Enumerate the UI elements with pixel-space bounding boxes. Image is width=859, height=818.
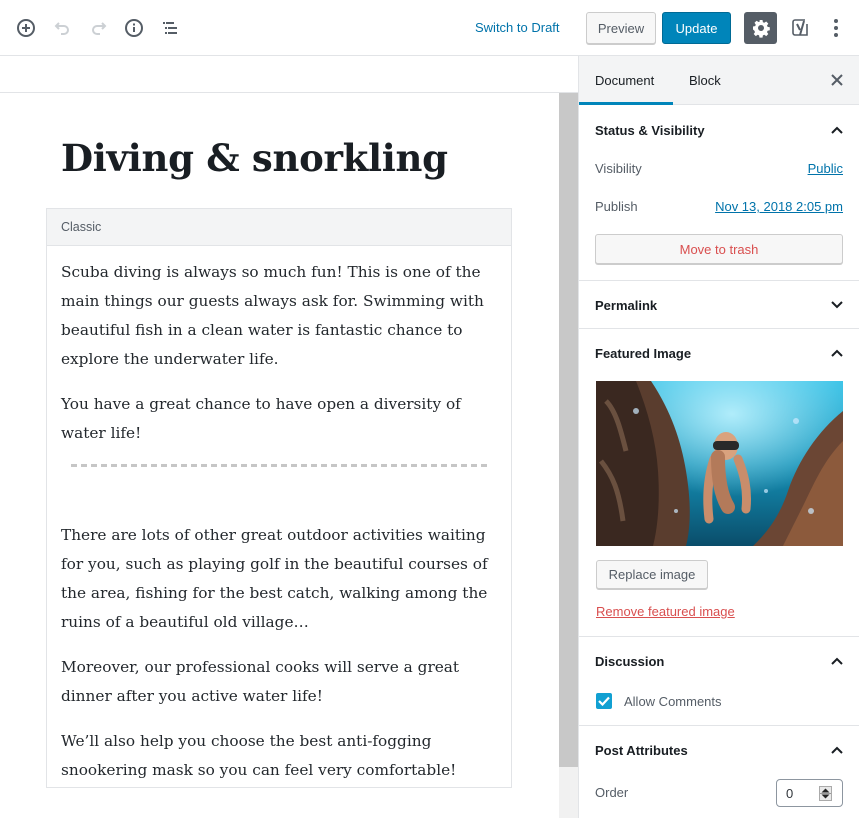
order-label: Order [595,785,629,800]
yoast-seo-button[interactable] [787,14,815,42]
sidebar-tabs: Document Block [579,56,859,105]
panel-title-status-visibility[interactable]: Status & Visibility [595,123,705,138]
collapse-post-attributes[interactable] [829,742,845,758]
post-title[interactable]: Diving & snorkling [61,136,448,180]
publish-date-toggle[interactable]: Nov 13, 2018 2:05 pm [715,199,843,214]
info-icon [125,19,143,37]
add-block-button[interactable] [12,14,40,42]
preview-button[interactable]: Preview [586,12,656,44]
order-input[interactable]: 0 [776,779,843,807]
close-sidebar-button[interactable] [829,72,845,88]
featured-image-photo [596,381,843,546]
editor-scrollbar-thumb[interactable] [559,93,578,767]
replace-image-button[interactable]: Replace image [596,560,708,589]
redo-button[interactable] [84,14,112,42]
panel-permalink: Permalink [579,281,859,329]
editor-header-toolbar: Switch to Draft Preview Update [0,0,859,56]
chevron-up-icon [831,126,843,134]
paragraph: There are lots of other great outdoor ac… [61,526,488,631]
tab-document[interactable]: Document [579,56,673,105]
paragraph: We’ll also help you choose the best anti… [61,732,457,779]
settings-sidebar: Document Block Status & Visibility Visib… [579,56,859,818]
order-value: 0 [786,786,794,801]
update-button[interactable]: Update [662,12,731,44]
featured-image[interactable] [596,381,843,546]
content-info-button[interactable] [120,14,148,42]
stepper-arrows-icon [820,788,831,799]
visibility-label: Visibility [595,161,642,176]
panel-title-permalink[interactable]: Permalink [595,298,657,313]
undo-icon [54,22,69,35]
redo-icon [92,22,107,35]
classic-block-content[interactable]: Scuba diving is always so much fun! This… [47,246,511,785]
panel-status-visibility: Status & Visibility Visibility Public Pu… [579,105,859,281]
gear-icon [752,20,770,38]
panel-post-attributes: Post Attributes Order 0 [579,726,859,818]
move-to-trash-button[interactable]: Move to trash [595,234,843,264]
chevron-up-icon [831,746,843,754]
block-navigation-button[interactable] [156,14,184,42]
publish-label: Publish [595,199,638,214]
settings-button[interactable] [744,12,777,44]
add-block-icon [17,19,35,37]
collapse-discussion[interactable] [829,653,845,669]
chevron-down-icon [831,301,843,309]
close-icon [831,74,843,86]
more-vertical-icon [834,19,838,37]
panel-discussion: Discussion Allow Comments [579,637,859,726]
panel-featured-image: Featured Image Replace image Remove feat… [579,329,859,637]
expand-permalink[interactable] [829,297,845,313]
paragraph: You have a great chance to have open a d… [61,395,461,442]
allow-comments-label[interactable]: Allow Comments [624,694,722,709]
panel-title-featured-image[interactable]: Featured Image [595,346,691,361]
editor-scrollbar[interactable] [559,93,578,818]
collapse-featured-image[interactable] [829,345,845,361]
collapse-status-visibility[interactable] [829,122,845,138]
visibility-toggle[interactable]: Public [808,161,843,176]
chevron-up-icon [831,657,843,665]
undo-button[interactable] [49,14,77,42]
chevron-up-icon [831,349,843,357]
checkmark-icon [598,696,610,706]
classic-block[interactable]: Classic Scuba diving is always so much f… [46,208,512,788]
tab-block[interactable]: Block [689,56,721,105]
panel-title-post-attributes[interactable]: Post Attributes [595,743,688,758]
classic-block-label: Classic [47,209,511,246]
editor-top-strip [0,56,579,93]
block-navigation-icon [163,22,177,34]
editor-canvas: Diving & snorkling Classic Scuba diving … [0,56,579,818]
switch-to-draft-button[interactable]: Switch to Draft [475,20,560,35]
paragraph: Scuba diving is always so much fun! This… [61,263,484,368]
panel-title-discussion[interactable]: Discussion [595,654,664,669]
remove-featured-image-link[interactable]: Remove featured image [596,604,735,619]
more-tools-button[interactable] [826,14,846,42]
allow-comments-checkbox[interactable] [596,693,612,709]
paragraph: Moreover, our professional cooks will se… [61,658,460,705]
yoast-icon [792,19,808,36]
order-stepper[interactable] [819,786,832,801]
